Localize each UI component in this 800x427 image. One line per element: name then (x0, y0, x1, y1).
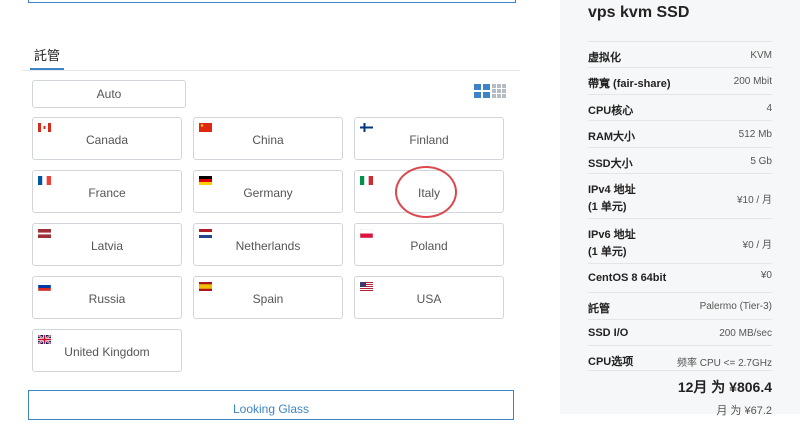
location-name: Germany (243, 186, 293, 200)
flag-france (38, 176, 51, 185)
flag-finland (360, 123, 373, 132)
location-option-germany[interactable]: Germany (193, 170, 343, 213)
price-total: 12月 为 ¥806.4 月 为 ¥67.2 (588, 370, 772, 417)
location-name: United Kingdom (64, 345, 150, 359)
spec-value: 频率 CPU <= 2.7GHz (676, 358, 772, 369)
spec-row-ram: RAM大小 512 Mb (588, 120, 772, 148)
spec-key: IPv4 地址 (588, 184, 636, 196)
flag-italy (360, 176, 373, 185)
spec-row-virtualization: 虚拟化 KVM (588, 41, 772, 68)
spec-key: SSD大小 (588, 158, 633, 170)
location-option-china[interactable]: China (193, 117, 343, 160)
location-option-netherlands[interactable]: Netherlands (193, 223, 343, 266)
location-name: Finland (409, 133, 449, 147)
location-option-finland[interactable]: Finland (354, 117, 504, 160)
spec-value: 200 Mbit (733, 76, 772, 87)
location-auto-button[interactable]: Auto (32, 80, 186, 108)
flag-russia (38, 282, 51, 291)
spec-key: 虚拟化 (588, 52, 621, 64)
spec-row-os: CentOS 8 64bit ¥0 (588, 263, 772, 293)
location-tab-bar: 託管 (22, 44, 520, 71)
location-name: Russia (88, 292, 126, 306)
spec-key: RAM大小 (588, 131, 636, 143)
flag-usa (360, 282, 373, 291)
location-panel: 託管 Auto Canada China Finland France Germ… (0, 0, 560, 424)
spec-key-unit: (1 单元) (588, 246, 627, 258)
location-option-poland[interactable]: Poland (354, 223, 504, 266)
flag-netherlands (199, 229, 212, 238)
order-summary-panel: vps kvm SSD 虚拟化 KVM 帶寬 (fair-share) 200 … (560, 0, 800, 417)
spec-value: ¥0 / 月 (742, 240, 772, 251)
spec-row-ssd-io: SSD I/O 200 MB/sec (588, 319, 772, 346)
spec-value: ¥10 / 月 (736, 195, 772, 206)
spec-value: Palermo (Tier-3) (699, 301, 772, 312)
total-price-monthly: 月 为 ¥67.2 (716, 405, 772, 417)
large-grid-icon[interactable] (474, 84, 490, 98)
location-option-france[interactable]: France (32, 170, 182, 213)
location-name: Latvia (90, 239, 124, 253)
location-name: Netherlands (235, 239, 301, 253)
spec-value: ¥0 (760, 270, 772, 281)
flag-spain (199, 282, 212, 291)
flag-latvia (38, 229, 51, 238)
location-name: France (88, 186, 126, 200)
spec-key: 託管 (588, 303, 610, 315)
summary-title: vps kvm SSD (588, 4, 690, 21)
spec-value: 200 MB/sec (719, 328, 772, 339)
spec-row-cpu-cores: CPU核心 4 (588, 94, 772, 121)
location-option-spain[interactable]: Spain (193, 276, 343, 319)
flag-poland (360, 229, 373, 238)
tab-location[interactable]: 託管 (30, 44, 65, 70)
total-price-annual: 12月 为 ¥806.4 (677, 379, 772, 395)
previous-section-box (28, 0, 516, 3)
location-option-canada[interactable]: Canada (32, 117, 182, 160)
location-name: Spain (252, 292, 284, 306)
spec-key: CentOS 8 64bit (588, 272, 667, 284)
spec-row-bandwidth: 帶寬 (fair-share) 200 Mbit (588, 67, 772, 95)
spec-row-ipv6: IPv6 地址 (1 单元) ¥0 / 月 (588, 218, 772, 264)
location-name: Canada (85, 133, 129, 147)
location-name: USA (416, 292, 442, 306)
view-toggle (474, 84, 508, 98)
spec-value: KVM (750, 50, 772, 61)
selection-highlight-circle (395, 166, 457, 218)
spec-value: 4 (766, 103, 772, 114)
spec-value: 512 Mb (738, 129, 772, 140)
spec-row-ssd-size: SSD大小 5 Gb (588, 147, 772, 174)
looking-glass-button[interactable]: Looking Glass (28, 390, 514, 420)
spec-key-unit: (1 单元) (588, 201, 627, 213)
spec-row-cpu-option: CPU选项 频率 CPU <= 2.7GHz (588, 345, 772, 371)
spec-key: CPU选项 (588, 356, 634, 368)
spec-row-ipv4: IPv4 地址 (1 单元) ¥10 / 月 (588, 173, 772, 219)
spec-value: 5 Gb (750, 156, 772, 167)
location-option-latvia[interactable]: Latvia (32, 223, 182, 266)
location-option-usa[interactable]: USA (354, 276, 504, 319)
location-name: China (252, 133, 284, 147)
flag-uk (38, 335, 51, 344)
spec-key: CPU核心 (588, 105, 634, 117)
location-name: Poland (410, 239, 448, 253)
spec-key: 帶寬 (fair-share) (588, 78, 671, 90)
location-option-united-kingdom[interactable]: United Kingdom (32, 329, 182, 372)
spec-key: SSD I/O (588, 327, 629, 339)
flag-germany (199, 176, 212, 185)
flag-canada (38, 123, 51, 132)
spec-key: IPv6 地址 (588, 229, 636, 241)
small-grid-icon[interactable] (492, 84, 506, 98)
spec-row-hosting: 託管 Palermo (Tier-3) (588, 292, 772, 320)
flag-china (199, 123, 212, 132)
location-option-russia[interactable]: Russia (32, 276, 182, 319)
